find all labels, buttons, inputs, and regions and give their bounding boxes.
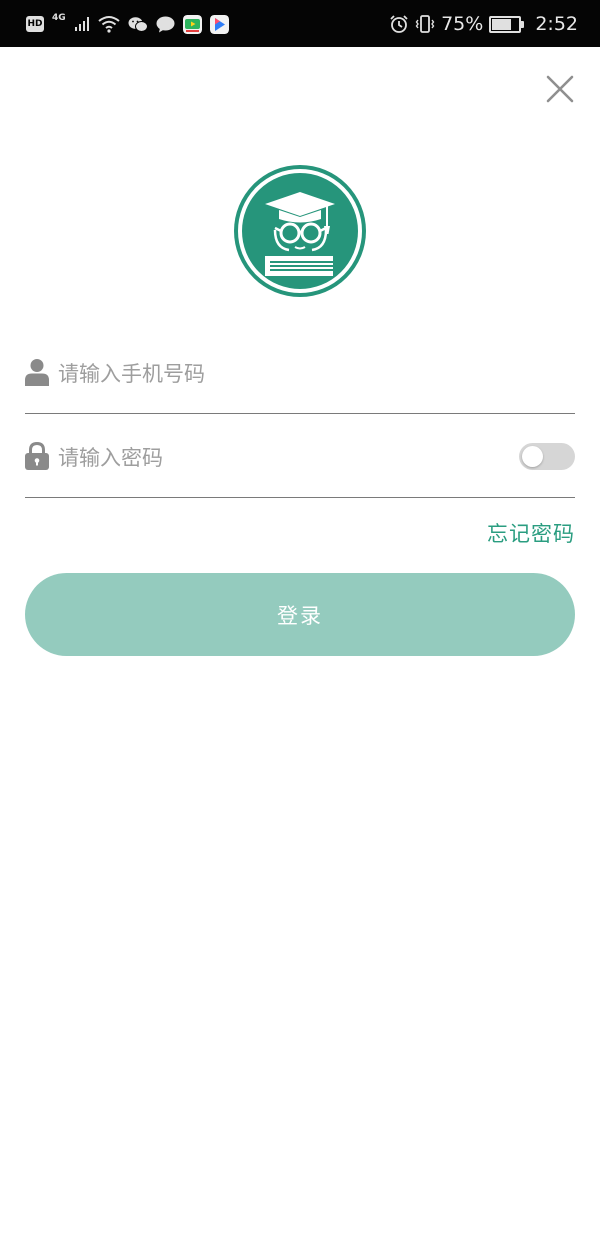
battery-percent: 75% [441,13,484,35]
status-time: 2:52 [535,13,578,35]
status-bar-left: HD 4G [26,12,229,36]
forgot-password-link[interactable]: 忘记密码 [487,518,575,548]
network-type: 4G [52,13,66,23]
battery-icon [489,15,525,33]
graduate-logo-icon [234,165,366,297]
close-button[interactable] [541,70,579,108]
login-button[interactable]: 登录 [25,573,575,656]
wifi-icon [98,16,120,33]
user-icon [25,359,49,386]
password-input[interactable] [58,434,528,482]
close-icon [546,75,574,103]
app-logo [233,164,367,298]
password-field [25,428,575,488]
signal-icon [74,17,89,31]
toggle-knob [522,446,543,467]
status-bar-right: 75% 2:52 [389,10,578,38]
phone-input[interactable] [58,350,528,398]
wechat-icon [128,16,148,32]
phone-field [25,344,575,404]
lock-icon [25,442,49,470]
battery-level [492,18,512,30]
hd-badge: HD [26,16,44,32]
alarm-icon [390,15,408,33]
vibrate-icon [415,15,435,33]
show-password-toggle[interactable] [519,443,575,470]
status-bar: HD 4G 75% 2:52 [0,0,600,47]
app-icon-player [209,14,229,34]
login-screen: HD 4G 75% 2:52 请输入手机号码 忘记密码 登录 [0,0,600,1247]
message-icon [156,16,175,32]
password-divider [25,497,575,498]
app-icon-video [182,14,202,34]
phone-divider [25,413,575,414]
